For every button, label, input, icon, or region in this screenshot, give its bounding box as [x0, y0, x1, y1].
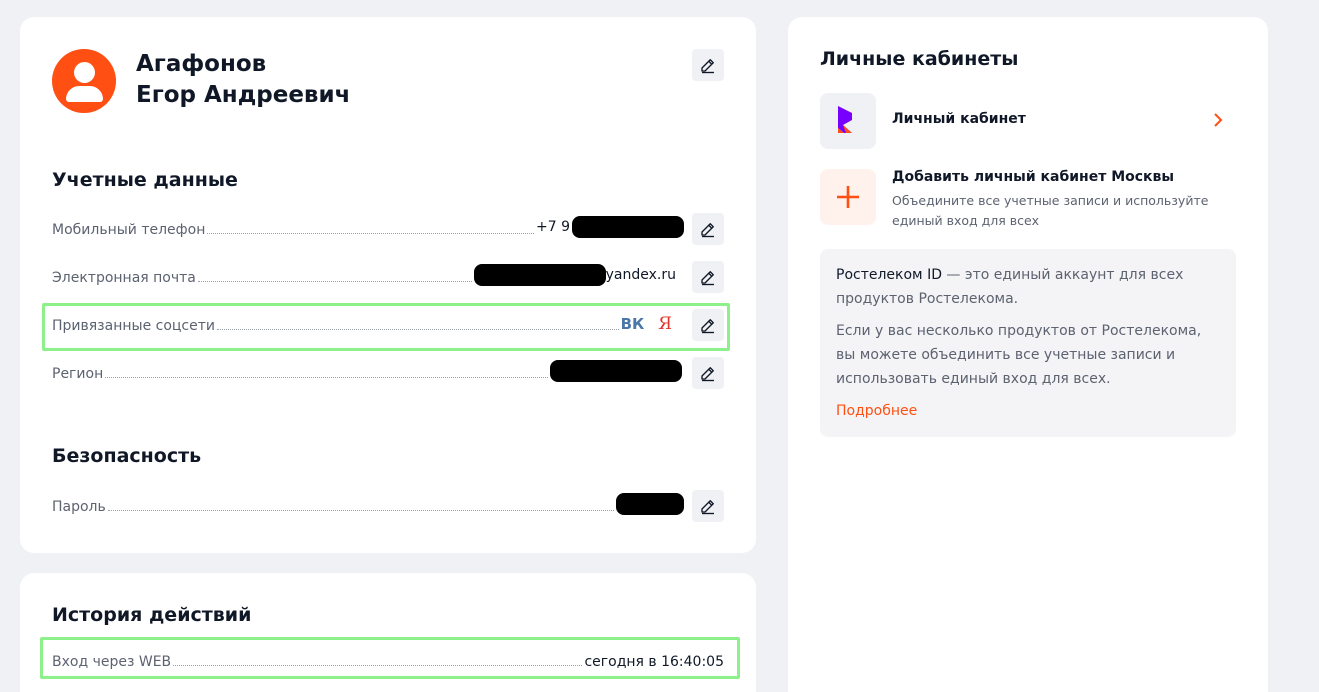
account-item-main[interactable]: Личный кабинет: [820, 93, 1236, 149]
history-value: сегодня в 16:40:05: [584, 654, 724, 670]
add-account-title: Добавить личный кабинет Москвы: [892, 169, 1175, 185]
accounts-title: Личные кабинеты: [820, 48, 1019, 70]
plus-icon: [820, 169, 876, 225]
more-link[interactable]: Подробнее: [836, 403, 917, 419]
add-account-description: Объедините все учетные записи и использу…: [892, 193, 1209, 228]
email-value: yandex.ru: [473, 264, 676, 286]
password-label: Пароль: [52, 499, 106, 515]
email-label: Электронная почта: [52, 270, 196, 286]
pencil-icon: [699, 316, 717, 334]
yandex-icon[interactable]: Я: [658, 314, 672, 334]
pencil-icon: [699, 497, 717, 515]
pencil-icon: [699, 220, 717, 238]
edit-socials-button[interactable]: [692, 309, 724, 341]
accounts-card: Личные кабинеты Личный кабинет Добавить …: [788, 17, 1268, 692]
password-value: [616, 493, 684, 515]
security-section-title: Безопасность: [52, 445, 202, 467]
history-card: История действий Вход через WEB сегодня …: [20, 573, 756, 692]
region-label: Регион: [52, 366, 104, 382]
rostelecom-id-info: Ростелеком ID — это единый аккаунт для в…: [820, 249, 1236, 437]
phone-value: +7 9: [536, 216, 684, 238]
account-section-title: Учетные данные: [52, 169, 238, 191]
phone-label: Мобильный телефон: [52, 222, 206, 238]
email-row: Электронная почта yandex.ru: [52, 264, 676, 286]
info-paragraph-1: Ростелеком ID — это единый аккаунт для в…: [836, 267, 1184, 307]
vk-icon[interactable]: ВК: [621, 315, 645, 333]
avatar: [52, 49, 116, 113]
region-row: Регион: [52, 360, 682, 382]
pencil-icon: [699, 268, 717, 286]
socials-row: Привязанные соцсети ВК Я: [52, 314, 692, 334]
history-row: Вход через WEB сегодня в 16:40:05: [52, 650, 724, 670]
socials-label: Привязанные соцсети: [52, 318, 215, 334]
password-row: Пароль: [52, 493, 684, 515]
info-paragraph-2: Если у вас несколько продуктов от Ростел…: [836, 323, 1202, 387]
edit-password-button[interactable]: [692, 490, 724, 522]
last-name: Агафонов: [136, 51, 267, 77]
history-label: Вход через WEB: [52, 654, 172, 670]
add-moscow-account[interactable]: Добавить личный кабинет Москвы Объединит…: [820, 169, 1236, 228]
edit-region-button[interactable]: [692, 357, 724, 389]
pencil-icon: [699, 56, 717, 74]
pencil-icon: [699, 364, 717, 382]
chevron-right-icon: [1214, 113, 1223, 127]
profile-card: Агафонов Егор Андреевич Учетные данные М…: [20, 17, 756, 553]
edit-phone-button[interactable]: [692, 213, 724, 245]
history-section-title: История действий: [52, 604, 252, 626]
profile-name: Агафонов Егор Андреевич: [136, 49, 350, 111]
first-names: Егор Андреевич: [136, 82, 351, 108]
edit-email-button[interactable]: [692, 261, 724, 293]
phone-row: Мобильный телефон +7 9: [52, 216, 684, 238]
rostelecom-logo-icon: [820, 93, 876, 149]
edit-name-button[interactable]: [692, 49, 724, 81]
account-item-label: Личный кабинет: [892, 111, 1026, 127]
region-value: [550, 360, 682, 382]
socials-value: ВК Я: [621, 314, 692, 334]
